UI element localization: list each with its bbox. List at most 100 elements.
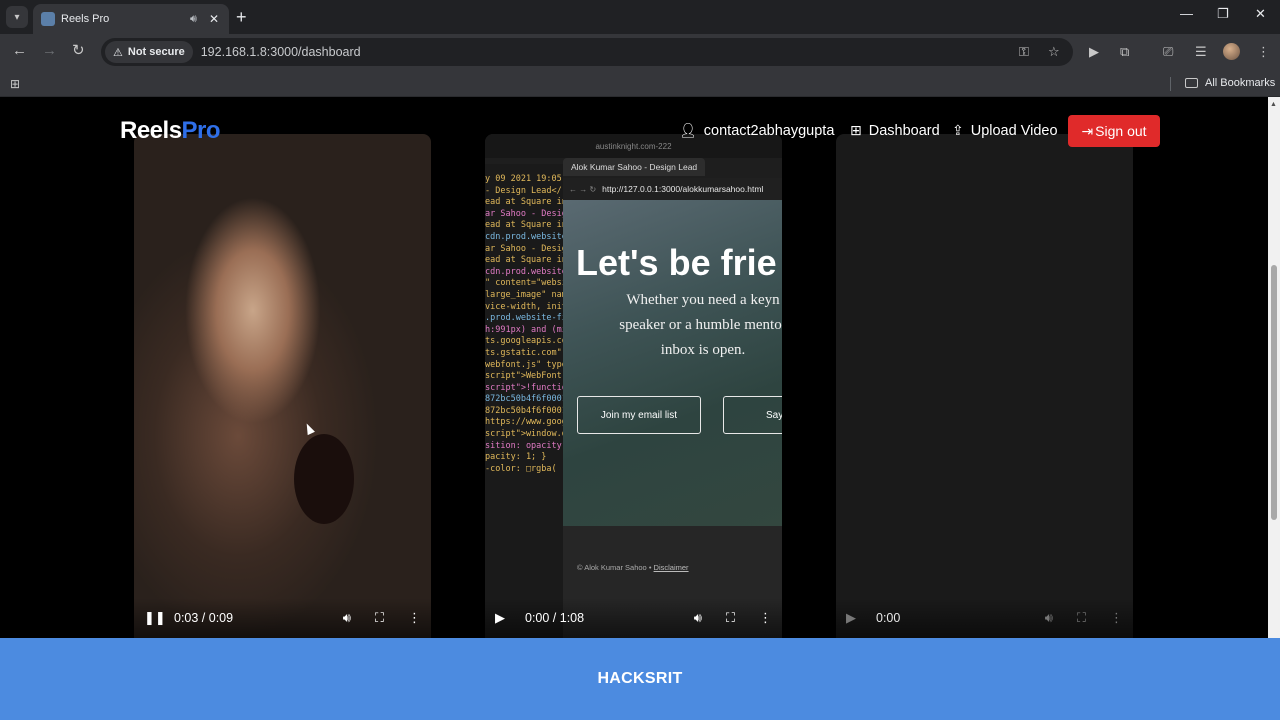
browser-toolbar: ← → ↻ ⚠ Not secure 192.168.1.8:3000/dash…	[0, 34, 1280, 70]
url-text[interactable]: 192.168.1.8:3000/dashboard	[201, 45, 361, 59]
volume-icon[interactable]: 🔊︎	[1045, 610, 1053, 626]
video-player-1[interactable]: ❚❚ 0:03 / 0:09 🔊︎ ⛶ ⋮	[134, 134, 431, 638]
code-line: sition: opacity	[485, 440, 562, 451]
password-key-icon[interactable]: ⚿	[1019, 44, 1029, 60]
video-nav-arrows-icon: ← → ↻	[569, 184, 597, 194]
page-content: ❚❚ 0:03 / 0:09 🔊︎ ⛶ ⋮ austinknight.com-2…	[0, 97, 1268, 638]
browser-tab-bar: ▾ Reels Pro 🔊︎ ✕ + — ❐ ✕	[0, 0, 1280, 34]
forward-icon[interactable]: →	[42, 43, 57, 59]
code-line: ead at Square in	[485, 197, 563, 208]
media-queue-icon[interactable]: ☰	[1195, 44, 1207, 60]
warning-icon: ⚠	[113, 46, 123, 59]
volume-icon[interactable]: 🔊︎	[694, 610, 702, 626]
more-options-icon[interactable]: ⋮	[759, 610, 772, 626]
video-hero-text: Let's be frie	[576, 242, 777, 283]
security-label: Not secure	[127, 46, 185, 58]
browser-tab[interactable]: Reels Pro 🔊︎ ✕	[33, 4, 229, 34]
code-line: cdn.prod.website	[485, 231, 563, 242]
user-profile-link[interactable]: 👤︎ contact2abhaygupta	[679, 122, 834, 139]
more-options-icon[interactable]: ⋮	[1110, 610, 1123, 626]
video-address-url: http://127.0.0.1:3000/alokkumarsahoo.htm…	[602, 184, 764, 194]
code-line: ead at Square in	[485, 255, 563, 266]
bookmarks-divider	[1170, 77, 1171, 91]
pause-icon[interactable]: ❚❚	[144, 610, 166, 626]
dashboard-label: Dashboard	[868, 122, 940, 139]
logo-main: Reels	[120, 117, 182, 144]
code-line: pacity: 1; }	[485, 452, 547, 463]
video-controls-2: ▶ 0:00 / 1:08 🔊︎ ⛶ ⋮	[485, 598, 782, 638]
profile-avatar[interactable]	[1223, 43, 1240, 60]
code-line: script">window.d	[485, 429, 563, 440]
favicon-icon	[41, 12, 55, 26]
video-subtitle-line-3: inbox is open.	[660, 342, 746, 358]
fullscreen-icon[interactable]: ⛶	[375, 610, 384, 626]
dashboard-link[interactable]: ⊞ Dashboard	[850, 122, 940, 139]
video-footer-link: Disclaimer	[653, 563, 689, 572]
tab-title: Reels Pro	[61, 13, 110, 25]
app-logo[interactable]: ReelsPro	[120, 117, 221, 145]
video-subtitle-line-2: speaker or a humble mentor	[619, 317, 782, 333]
minimize-icon[interactable]: —	[1180, 6, 1193, 21]
maximize-icon[interactable]: ❐	[1217, 6, 1229, 22]
code-line: ar Sahoo - Desig	[485, 208, 563, 219]
code-line: ead at Square in	[485, 220, 563, 231]
extensions-icon[interactable]: ⧉	[1120, 44, 1129, 60]
video-site-preview: Let's be frie Whether you need a keyn sp…	[563, 200, 782, 526]
upload-video-link[interactable]: ⇪ Upload Video	[952, 122, 1058, 139]
page-scrollbar[interactable]: ▲	[1268, 97, 1280, 638]
user-name: contact2abhaygupta	[703, 122, 835, 139]
sign-out-icon: ⇥	[1081, 122, 1094, 139]
code-line: y 09 2021 19:05:	[485, 174, 563, 184]
scroll-up-icon[interactable]: ▲	[1270, 101, 1277, 108]
video-player-3[interactable]: ▶ 0:00 🔊︎ ⛶ ⋮	[836, 134, 1133, 638]
video-time-1: 0:03 / 0:09	[174, 611, 234, 625]
fullscreen-icon[interactable]: ⛶	[1077, 610, 1086, 626]
app-footer: HACKSRIT	[0, 638, 1280, 720]
menu-kebab-icon[interactable]: ⋮	[1257, 44, 1270, 60]
video-controls-3: ▶ 0:00 🔊︎ ⛶ ⋮	[836, 598, 1133, 638]
tab-search-icon[interactable]: ▾	[6, 6, 28, 28]
upload-label: Upload Video	[970, 122, 1058, 139]
media-icon[interactable]: ▶	[1089, 44, 1099, 60]
address-bar[interactable]: ⚠ Not secure 192.168.1.8:3000/dashboard …	[101, 38, 1073, 66]
sign-out-label: Sign out	[1095, 123, 1147, 139]
video-time-2: 0:00 / 1:08	[525, 611, 585, 625]
video-controls-1: ❚❚ 0:03 / 0:09 🔊︎ ⛶ ⋮	[134, 598, 431, 638]
play-icon[interactable]: ▶	[846, 610, 866, 626]
sign-out-button[interactable]: ⇥ Sign out	[1068, 115, 1160, 147]
code-line: - Design Lead</	[485, 185, 562, 196]
apps-grid-icon[interactable]: ⊞	[10, 77, 20, 91]
cast-icon[interactable]: ⎚	[1163, 44, 1173, 60]
volume-icon[interactable]: 🔊︎	[343, 610, 351, 626]
video-subtitle-line-1: Whether you need a keyn	[626, 292, 780, 308]
security-chip[interactable]: ⚠ Not secure	[105, 41, 193, 63]
audio-playing-icon[interactable]: 🔊︎	[190, 13, 197, 26]
code-line: ar Sahoo - Desig	[485, 243, 563, 254]
code-line: 872bc50b4f6f0001	[485, 405, 563, 416]
mouse-cursor-icon	[303, 421, 315, 436]
folder-icon	[1185, 78, 1198, 88]
video-email-button: Join my email list	[577, 396, 701, 434]
user-icon: 👤︎	[679, 122, 697, 138]
close-tab-icon[interactable]: ✕	[209, 12, 219, 26]
window-close-icon[interactable]: ✕	[1255, 6, 1266, 22]
video-player-2[interactable]: austinknight.com-222 y 09 2021 19:05: - D…	[485, 134, 782, 638]
all-bookmarks-button[interactable]: All Bookmarks	[1185, 77, 1275, 89]
new-tab-button[interactable]: +	[236, 8, 247, 26]
more-options-icon[interactable]: ⋮	[408, 610, 421, 626]
scrollbar-thumb[interactable]	[1271, 265, 1277, 520]
video-say-button: Say	[723, 396, 782, 434]
reload-icon[interactable]: ↻	[72, 43, 85, 59]
code-line: 872bc50b4f6f0001	[485, 394, 563, 405]
logo-accent: Pro	[181, 117, 221, 144]
video-footer-text: © Alok Kumar Sahoo • Disclaimer	[577, 563, 689, 572]
play-icon[interactable]: ▶	[495, 610, 515, 626]
video-address-bar: ← → ↻ http://127.0.0.1:3000/alokkumarsah…	[563, 178, 782, 200]
video-footer-copyright: © Alok Kumar Sahoo •	[577, 563, 652, 572]
code-line: script">WebFont.	[485, 371, 563, 382]
fullscreen-icon[interactable]: ⛶	[726, 610, 735, 626]
back-icon[interactable]: ←	[12, 43, 27, 59]
code-line: https://www.googl	[485, 417, 563, 428]
bookmark-star-icon[interactable]: ☆	[1048, 44, 1060, 60]
code-line: script">!functio	[485, 382, 563, 393]
